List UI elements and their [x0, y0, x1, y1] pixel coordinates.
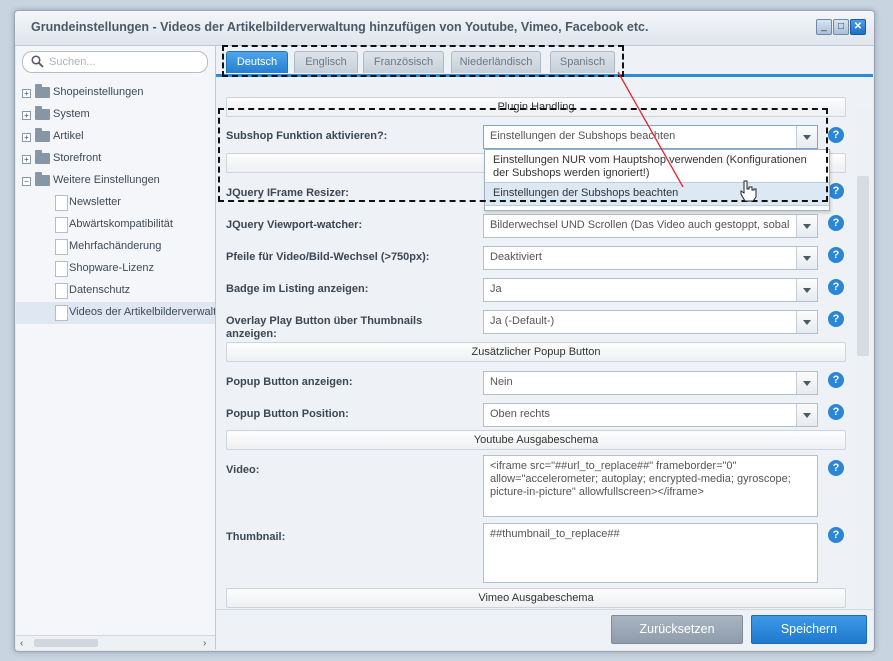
annotation-arrow [617, 71, 757, 202]
hand-cursor-icon [740, 180, 757, 202]
